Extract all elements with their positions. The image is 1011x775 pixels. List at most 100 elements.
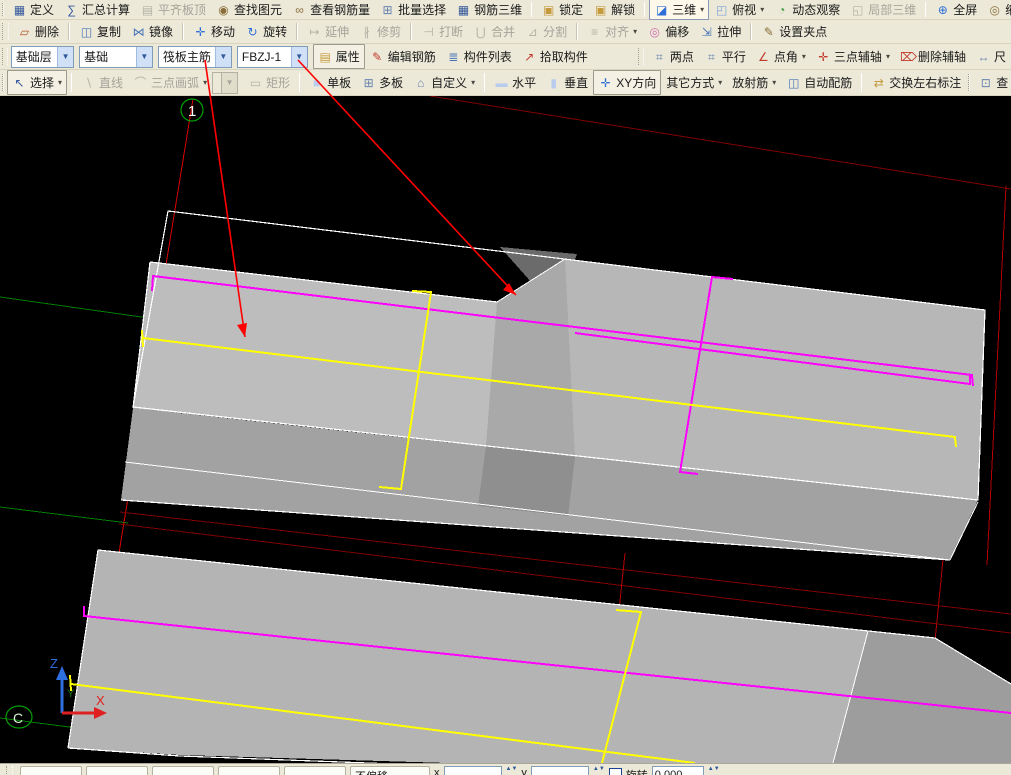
toolbar-button-radial-rebar[interactable]: 放射筋 ▾ [727,70,781,95]
rotate-spinner[interactable]: ▲▼ [708,766,720,773]
toolbar-button-delete[interactable]: ▱ 删除 [12,20,64,44]
glasses-icon: ∞ [295,2,304,17]
toolbar-grip[interactable] [968,73,971,92]
toolbar-grip[interactable] [2,2,4,17]
toolbar-grip[interactable] [2,73,4,92]
chevron-down-icon[interactable]: ▼ [57,46,74,67]
move-icon: ✛ [195,24,206,39]
toolbar-button-two-point-axis[interactable]: ⌗ 两点 [647,44,699,69]
bottom-button-2[interactable] [86,766,148,775]
toolbar-button-view-rebar-amount[interactable]: ∞ 查看钢筋量 [287,0,375,20]
toolbar-button-unlock[interactable]: ▣ 解锁 [588,0,640,20]
toolbar-button-offset[interactable]: ◎ 偏移 [642,20,694,44]
toolbar-button-define[interactable]: ▦ 定义 [7,0,59,20]
align-slab-top-icon: ▤ [141,2,154,17]
toolbar-button-check-annotation[interactable]: ⊡ 查 [973,70,1011,95]
toolbar-button-stretch[interactable]: ⇲ 拉伸 [694,20,746,44]
toolbar-grip[interactable] [2,47,8,66]
separator [296,22,299,41]
toolbar-button-lock[interactable]: ▣ 锁定 [536,0,588,20]
toolbar-button-fullscreen[interactable]: ⊕ 全屏 [930,0,982,20]
chevron-down-icon: ▾ [801,52,806,61]
toolbar-button-vertical[interactable]: ▮ 垂直 [541,70,593,95]
y-spinner[interactable]: ▲▼ [593,766,605,773]
chevron-down-icon: ▾ [203,78,208,87]
toolbar-button-view-3d[interactable]: ◪ 三维 ▾ [649,0,710,20]
separator [750,22,753,41]
toolbar-grip[interactable] [638,47,644,66]
toolbar-button-component-list[interactable]: ≣ 构件列表 [441,44,517,69]
separator [644,2,646,17]
toolbar-button-multi-slab[interactable]: ⊞ 多板 [356,70,408,95]
toolbar-button-dimension[interactable]: ↔ 尺 [971,44,1011,69]
toolbar-grip[interactable] [2,23,9,40]
lock-icon: ▣ [542,2,555,17]
x-spinner[interactable]: ▲▼ [506,766,518,773]
toolbar-button-single-slab[interactable]: ■ 单板 [304,70,356,95]
toolbar-button-copy[interactable]: ◫ 复制 [74,20,126,44]
bottom-button-1[interactable] [20,766,82,775]
bottom-button-4[interactable] [218,766,280,775]
toolbar-button-three-point-axis[interactable]: ✛ 三点辅轴 ▾ [811,44,895,69]
toolbar-button-set-grips[interactable]: ✎ 设置夹点 [756,20,832,44]
y-coordinate-label: y [521,767,527,775]
toolbar-button-pick-component[interactable]: ↗ 拾取构件 [517,44,593,69]
toolbar-button-find-element[interactable]: ◉ 查找图元 [211,0,287,20]
toolbar-grip[interactable] [6,766,13,775]
rotate-angle-input[interactable]: 0.000 [651,766,704,775]
x-coordinate-input[interactable] [443,766,502,775]
merge-icon: ⋃ [475,24,486,39]
toolbar-button-zoom[interactable]: ◎缩放▾ [982,0,1011,20]
toolbar-button-custom[interactable]: ⌂ 自定义 ▾ [408,70,480,95]
toolbar-button-xy-direction[interactable]: ✛ XY方向 [593,69,662,96]
toolbar-button-properties[interactable]: ▤ 属性 [312,43,365,70]
chevron-down-icon[interactable]: ▼ [214,46,231,67]
slab-step-slope-face[interactable] [486,259,575,457]
three-point-axis-icon: ✛ [818,49,829,64]
define-icon: ▦ [13,2,26,17]
chevron-down-icon: ▾ [718,78,723,87]
floor-combo[interactable]: 基础层 ▼ [10,45,75,68]
toolbar-button-select[interactable]: ↖ 选择 ▾ [7,69,68,96]
rotate-checkbox[interactable] [608,768,622,775]
toolbar-button-sum-calc[interactable]: ∑ 汇总计算 [59,0,135,20]
toolbar-button-swap-annotation[interactable]: ⇄ 交换左右标注 [866,70,966,95]
toolbar-button-delete-aux-axis[interactable]: ⌦ 删除辅轴 [895,44,971,69]
bottom-button-5[interactable] [284,766,346,775]
rectangle-icon: ▭ [249,75,262,90]
properties-icon: ▤ [319,49,331,64]
toolbar-button-move[interactable]: ✛ 移动 [188,20,240,44]
magnifier-icon: ◎ [989,2,1000,17]
toolbar-button-top-view[interactable]: ◰ 俯视 ▾ [709,0,769,20]
toolbar-button-rebar-3d[interactable]: ▦ 钢筋三维 [451,0,527,20]
drawing-viewport[interactable]: 1 C Z Y X [0,95,1011,767]
toolbar-button-mirror[interactable]: ⋈ 镜像 [126,20,178,44]
toolbar-button-parallel-axis[interactable]: ⌗ 平行 [699,44,751,69]
component-combo[interactable]: FBZJ-1 ▼ [236,45,308,68]
toolbar-button-auto-rebar[interactable]: ◫ 自动配筋 [781,70,857,95]
separator [71,73,73,92]
cube-3d-icon: ◪ [655,2,668,17]
toolbar-button-orbit[interactable]: ◔ 动态观察 [769,0,845,20]
toolbar-button-other-method[interactable]: 其它方式 ▾ [661,70,727,95]
element-type-combo[interactable]: 基础 ▼ [79,45,153,68]
toolbar-button-point-angle-axis[interactable]: ∠ 点角 ▾ [751,44,811,69]
toolbar-button-horizontal[interactable]: ▬ 水平 [489,70,541,95]
sum-icon: ∑ [67,2,76,17]
bottom-button-3[interactable] [152,766,214,775]
bottom-slab[interactable] [67,549,1011,767]
chevron-down-icon[interactable]: ▼ [290,46,307,67]
rebar-type-combo[interactable]: 筏板主筋 ▼ [157,45,232,68]
binoculars-icon: ◉ [218,2,229,17]
axis-bubble-c-label: C [13,710,23,726]
offset-mode-combo[interactable]: 不偏移 [350,766,430,775]
toolbar-button-edit-rebar[interactable]: ✎ 编辑钢筋 [365,44,441,69]
toolbar-button-batch-select[interactable]: ⊞ 批量选择 [375,0,451,20]
mirror-icon: ⋈ [132,24,145,39]
y-coordinate-input[interactable] [530,766,589,775]
chevron-down-icon[interactable]: ▼ [135,46,152,67]
top-slab[interactable] [120,210,986,561]
parallel-axis-icon: ⌗ [707,49,715,64]
break-icon: ⊣ [423,24,434,39]
toolbar-button-rotate[interactable]: ↻ 旋转 [240,20,292,44]
